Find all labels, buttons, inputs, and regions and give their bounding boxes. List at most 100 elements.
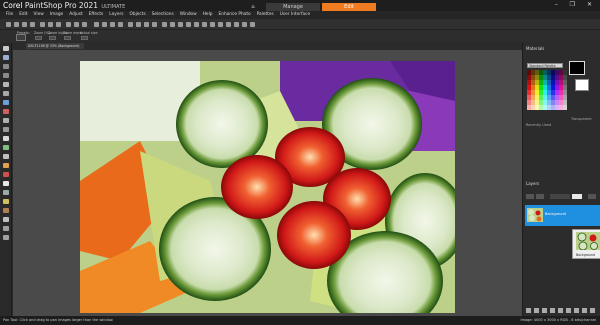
retouch-tool-icon[interactable] — [3, 136, 9, 141]
effects-icon[interactable] — [144, 22, 149, 27]
menu-enhance-photo[interactable]: Enhance Photo — [219, 11, 251, 19]
home-tab-icon[interactable]: ⌂ — [246, 3, 260, 11]
menu-palettes[interactable]: Palettes — [257, 11, 274, 19]
menu-objects[interactable]: Objects — [129, 11, 145, 19]
crop-icon[interactable] — [102, 22, 107, 27]
fade-icon[interactable] — [234, 22, 239, 27]
menu-bar: File Edit View Image Adjust Effects Laye… — [0, 11, 600, 19]
pick-tool-icon[interactable] — [3, 55, 9, 60]
palette-select[interactable]: Standard Palette — [527, 63, 563, 68]
status-image-info: Image: 4000 x 3000 x RGB - 8 bits/channe… — [520, 318, 596, 322]
paste-icon[interactable] — [82, 22, 87, 27]
tab-manage[interactable]: Manage — [266, 3, 320, 11]
copy-icon[interactable] — [74, 22, 79, 27]
dropper-tool-icon[interactable] — [3, 82, 9, 87]
replace-tool-icon[interactable] — [3, 145, 9, 150]
recently-used-label: Recently Used — [526, 123, 552, 127]
layers-bottom-toolbar — [526, 308, 598, 314]
eraser-tool-icon[interactable] — [3, 181, 9, 186]
brightness-icon[interactable] — [178, 22, 183, 27]
title-bar: Corel PaintShop Pro 2021 ULTIMATE ⌂ Mana… — [0, 0, 600, 11]
layer-thumbnail — [527, 208, 543, 222]
window-controls[interactable]: – ❐ ✕ — [555, 1, 597, 8]
cut-icon[interactable] — [66, 22, 71, 27]
pen-tool-icon[interactable] — [3, 235, 9, 240]
red-eye-tool-icon[interactable] — [3, 109, 9, 114]
adjust-icon[interactable] — [136, 22, 141, 27]
salad-photo — [80, 61, 455, 313]
freehand-selection-icon[interactable] — [3, 73, 9, 78]
makeover-tool-icon[interactable] — [3, 118, 9, 123]
menu-file[interactable]: File — [6, 11, 13, 19]
foreground-color-swatch[interactable] — [569, 61, 585, 75]
menu-selections[interactable]: Selections — [152, 11, 174, 19]
open-icon[interactable] — [14, 22, 19, 27]
app-title: Corel PaintShop Pro 2021 ULTIMATE — [3, 1, 125, 10]
paint-brush-icon[interactable] — [3, 154, 9, 159]
app-product: PaintShop Pro 2021 — [24, 1, 99, 10]
depth-icon[interactable] — [226, 22, 231, 27]
layer-name: Background — [545, 212, 566, 216]
right-palettes: Materials Standard Palette Transparent R… — [522, 43, 600, 316]
warp-brush-icon[interactable] — [3, 163, 9, 168]
layer-preview-thumbnail — [576, 232, 600, 250]
menu-layers[interactable]: Layers — [109, 11, 123, 19]
menu-view[interactable]: View — [34, 11, 44, 19]
tab-edit[interactable]: Edit — [322, 3, 376, 11]
save-as-icon[interactable] — [30, 22, 35, 27]
palette-icon[interactable] — [250, 22, 255, 27]
save-icon[interactable] — [22, 22, 27, 27]
print-icon[interactable] — [40, 22, 45, 27]
text-icon[interactable] — [242, 22, 247, 27]
hue-icon[interactable] — [194, 22, 199, 27]
undo-icon[interactable] — [48, 22, 53, 27]
smart-fix-icon[interactable] — [170, 22, 175, 27]
zoom-input[interactable] — [35, 36, 42, 40]
flood-fill-icon[interactable] — [3, 172, 9, 177]
menu-effects[interactable]: Effects — [89, 11, 104, 19]
menu-help[interactable]: Help — [203, 11, 213, 19]
resize-icon[interactable] — [110, 22, 115, 27]
one-step-fix-icon[interactable] — [162, 22, 167, 27]
layers-icon[interactable] — [128, 22, 133, 27]
menu-adjust[interactable]: Adjust — [69, 11, 82, 19]
crop-tool-icon[interactable] — [3, 91, 9, 96]
art-media-icon[interactable] — [3, 208, 9, 213]
redo-icon[interactable] — [56, 22, 61, 27]
background-color-swatch[interactable] — [575, 79, 589, 91]
color-changer-icon[interactable] — [3, 199, 9, 204]
sharpen-icon[interactable] — [202, 22, 207, 27]
actual-size-button[interactable] — [81, 36, 88, 40]
layer-preview-tooltip: Background — [572, 229, 600, 259]
histogram-icon[interactable] — [152, 22, 157, 27]
zoom-in-out-buttons[interactable] — [49, 36, 56, 40]
selection-tool-icon[interactable] — [3, 64, 9, 69]
color-swatches[interactable] — [527, 70, 567, 110]
color-balance-icon[interactable] — [186, 22, 191, 27]
red-eye-icon[interactable] — [218, 22, 223, 27]
text-tool-icon[interactable] — [3, 217, 9, 222]
actual-size-label: Actual size: — [80, 31, 99, 35]
rotate-icon[interactable] — [94, 22, 99, 27]
menu-edit[interactable]: Edit — [19, 11, 27, 19]
picture-tube-icon[interactable] — [3, 190, 9, 195]
materials-heading: Materials — [526, 46, 545, 51]
status-bar: Pan Tool: Click and drag to pan images l… — [0, 316, 600, 325]
menu-user-interface[interactable]: User Interface — [280, 11, 310, 19]
clone-brush-icon[interactable] — [3, 127, 9, 132]
photo-canvas[interactable] — [80, 61, 455, 313]
document-tab[interactable]: DSCF1198 @ 33% (Background) — [26, 43, 84, 49]
menu-window[interactable]: Window — [180, 11, 197, 19]
pan-tool-icon[interactable] — [3, 46, 9, 51]
noise-icon[interactable] — [210, 22, 215, 27]
new-icon[interactable] — [6, 22, 11, 27]
tools-toolbar — [0, 43, 12, 316]
zoom-more-buttons[interactable] — [64, 36, 71, 40]
straighten-tool-icon[interactable] — [3, 100, 9, 105]
layer-row-background[interactable]: Background — [525, 205, 600, 226]
foreground-background-colors[interactable] — [569, 61, 597, 91]
shape-tool-icon[interactable] — [3, 226, 9, 231]
presets-dropdown[interactable] — [16, 34, 26, 41]
flip-icon[interactable] — [118, 22, 123, 27]
menu-image[interactable]: Image — [50, 11, 63, 19]
